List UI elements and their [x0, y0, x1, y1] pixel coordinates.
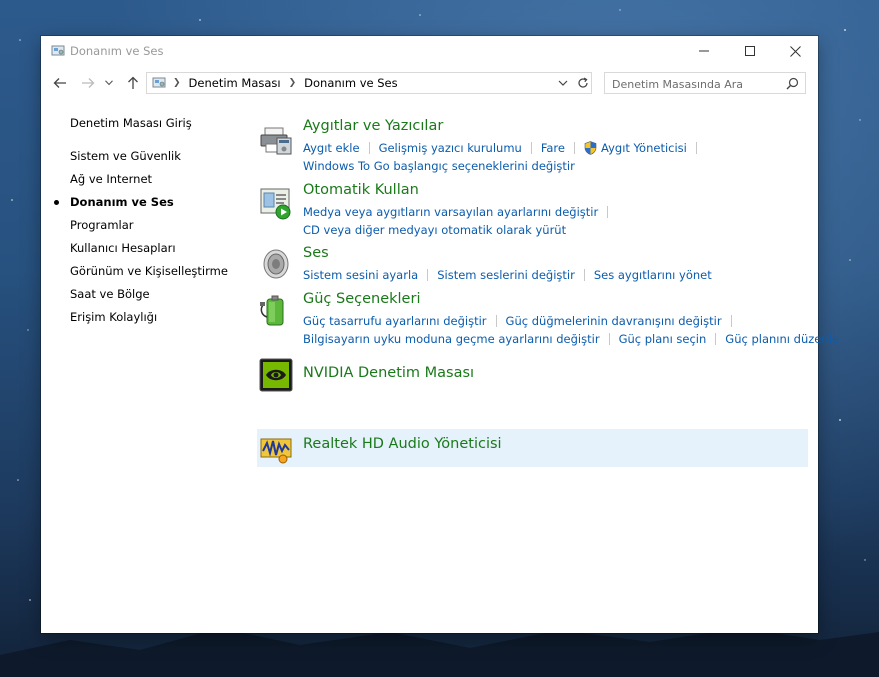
maximize-button[interactable] — [727, 36, 773, 66]
category-title[interactable]: Otomatik Kullan — [303, 182, 419, 198]
link-divider — [574, 142, 575, 154]
minimize-button[interactable] — [681, 36, 727, 66]
category-links-row: CD veya diğer medyayı otomatik olarak yü… — [303, 223, 566, 237]
link-divider — [607, 206, 609, 218]
back-button[interactable] — [50, 73, 70, 93]
link-windows-to-go[interactable]: Windows To Go başlangıç seçeneklerini de… — [303, 159, 575, 173]
category-links-row: Aygıt ekle Gelişmiş yazıcı kurulumu Fare… — [303, 141, 706, 155]
link-add-device[interactable]: Aygıt ekle — [303, 141, 360, 155]
sidebar-item-network[interactable]: Ağ ve Internet — [70, 172, 152, 186]
search-input[interactable] — [612, 75, 782, 94]
link-divider — [695, 142, 697, 154]
breadcrumb-separator-icon[interactable]: ❯ — [173, 78, 181, 88]
link-device-manager[interactable]: Aygıt Yöneticisi — [601, 141, 687, 155]
arrow-left-icon — [53, 78, 66, 88]
refresh-button[interactable] — [574, 72, 592, 94]
title-bar[interactable]: Donanım ve Ses — [41, 36, 818, 66]
chevron-down-icon — [105, 80, 113, 86]
close-icon — [789, 45, 801, 57]
sidebar-item-home[interactable]: Denetim Masası Giriş — [70, 116, 192, 130]
link-change-system-sounds[interactable]: Sistem seslerini değiştir — [437, 268, 575, 282]
link-change-sleep-settings[interactable]: Bilgisayarın uyku moduna geçme ayarların… — [303, 332, 600, 346]
autoplay-icon — [260, 188, 291, 220]
link-autoplay-cd[interactable]: CD veya diğer medyayı otomatik olarak yü… — [303, 223, 566, 237]
refresh-icon — [577, 77, 588, 88]
category-title[interactable]: NVIDIA Denetim Masası — [303, 365, 474, 381]
category-links-row: Medya veya aygıtların varsayılan ayarlar… — [303, 205, 617, 219]
category-links-row: Sistem sesini ayarla Sistem seslerini de… — [303, 268, 712, 282]
category-links-row: Windows To Go başlangıç seçeneklerini de… — [303, 159, 575, 173]
link-edit-power-plan[interactable]: Güç planını düzenle — [725, 332, 839, 346]
realtek-audio-icon — [260, 438, 292, 464]
breadcrumb-separator-icon[interactable]: ❯ — [289, 78, 297, 88]
sidebar-item-user-accounts[interactable]: Kullanıcı Hesapları — [70, 241, 176, 255]
link-divider — [608, 333, 610, 345]
link-mouse[interactable]: Fare — [541, 141, 565, 155]
sidebar-item-programs[interactable]: Programlar — [70, 218, 134, 232]
arrow-right-icon — [82, 78, 95, 88]
address-bar[interactable]: ❯ Denetim Masası ❯ Donanım ve Ses — [146, 72, 592, 94]
window-title: Donanım ve Ses — [70, 44, 164, 58]
sidebar-item-clock-region[interactable]: Saat ve Bölge — [70, 287, 150, 301]
control-panel-icon — [152, 77, 166, 88]
link-divider — [495, 315, 497, 327]
link-adjust-system-volume[interactable]: Sistem sesini ayarla — [303, 268, 418, 282]
breadcrumb-donanim-ve-ses[interactable]: Donanım ve Ses — [304, 76, 397, 90]
battery-icon — [260, 295, 284, 326]
breadcrumb-denetim-masasi[interactable]: Denetim Masası — [189, 76, 281, 90]
sidebar-item-hardware-sound[interactable]: Donanım ve Ses — [70, 195, 174, 209]
control-panel-icon — [51, 45, 65, 56]
link-change-default-media[interactable]: Medya veya aygıtların varsayılan ayarlar… — [303, 205, 598, 219]
sidebar-item-accessibility[interactable]: Erişim Kolaylığı — [70, 310, 157, 324]
link-manage-audio-devices[interactable]: Ses aygıtlarını yönet — [594, 268, 712, 282]
link-divider — [368, 142, 370, 154]
category-title[interactable]: Ses — [303, 245, 329, 261]
link-change-power-saving[interactable]: Güç tasarrufu ayarlarını değiştir — [303, 314, 487, 328]
uac-shield-icon — [584, 141, 597, 155]
sidebar-item-appearance[interactable]: Görünüm ve Kişiselleştirme — [70, 264, 228, 278]
search-box[interactable] — [604, 72, 806, 94]
link-advanced-printer-setup[interactable]: Gelişmiş yazıcı kurulumu — [379, 141, 522, 155]
active-bullet-icon — [54, 200, 59, 205]
link-divider — [715, 333, 717, 345]
up-button[interactable] — [123, 73, 143, 93]
link-choose-power-plan[interactable]: Güç planı seçin — [619, 332, 707, 346]
category-links-row: Güç tasarrufu ayarlarını değiştir Güç dü… — [303, 314, 741, 328]
speaker-icon — [263, 249, 289, 279]
minimize-icon — [699, 50, 709, 52]
category-title[interactable]: Güç Seçenekleri — [303, 291, 420, 307]
address-dropdown-icon[interactable] — [557, 77, 569, 89]
link-divider — [427, 269, 429, 281]
link-divider — [583, 269, 585, 281]
search-icon[interactable] — [786, 77, 799, 90]
link-change-power-buttons[interactable]: Güç düğmelerinin davranışını değiştir — [506, 314, 722, 328]
nvidia-icon — [259, 358, 293, 392]
navigation-bar: ❯ Denetim Masası ❯ Donanım ve Ses — [41, 70, 818, 96]
category-links-row: Bilgisayarın uyku moduna geçme ayarların… — [303, 332, 839, 346]
forward-button[interactable] — [78, 73, 98, 93]
printer-icon — [260, 127, 292, 155]
arrow-up-icon — [128, 76, 138, 89]
link-divider — [530, 142, 532, 154]
category-title[interactable]: Realtek HD Audio Yöneticisi — [303, 436, 502, 452]
category-title[interactable]: Aygıtlar ve Yazıcılar — [303, 118, 443, 134]
close-button[interactable] — [772, 36, 818, 66]
link-divider — [730, 315, 732, 327]
recent-locations-button[interactable] — [103, 73, 115, 93]
maximize-icon — [745, 46, 755, 56]
sidebar-item-system-security[interactable]: Sistem ve Güvenlik — [70, 149, 181, 163]
control-panel-window: Donanım ve Ses ❯ Denetim Masası ❯ Donanı… — [41, 36, 839, 633]
